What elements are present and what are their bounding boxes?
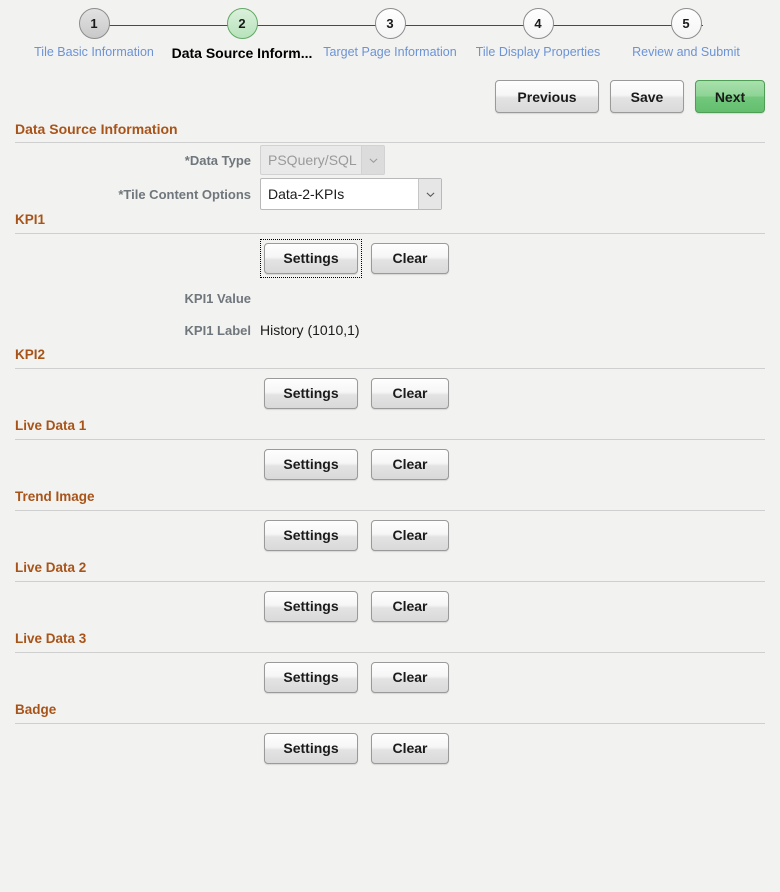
- data-type-select[interactable]: PSQuery/SQL: [260, 145, 385, 175]
- wizard-step-circle-1[interactable]: 1: [79, 8, 110, 39]
- tile-content-options-select[interactable]: Data-2-KPIs: [260, 178, 442, 210]
- wizard-step-label-5[interactable]: Review and Submit: [632, 45, 740, 59]
- clear-button-wrapper: Clear: [367, 587, 453, 626]
- settings-button-wrapper: Settings: [260, 374, 362, 413]
- previous-button[interactable]: Previous: [495, 80, 599, 113]
- section-button-row: Settings Clear: [15, 582, 765, 630]
- data-type-label: *Data Type: [15, 153, 260, 168]
- wizard-step-5[interactable]: 5 Review and Submit: [612, 8, 760, 59]
- info-row: KPI1 LabelHistory (1010,1): [15, 314, 765, 346]
- section-block: KPI2 Settings Clear: [15, 346, 765, 417]
- clear-button[interactable]: Clear: [371, 591, 449, 622]
- info-row-label: KPI1 Label: [15, 323, 260, 338]
- info-row-label: KPI1 Value: [15, 291, 260, 306]
- section-heading: KPI1: [15, 211, 765, 233]
- clear-button-wrapper: Clear: [367, 729, 453, 768]
- save-button[interactable]: Save: [610, 80, 684, 113]
- wizard-step-3[interactable]: 3 Target Page Information: [316, 8, 464, 59]
- clear-button-wrapper: Clear: [367, 445, 453, 484]
- wizard-step-circle-3[interactable]: 3: [375, 8, 406, 39]
- chevron-down-icon: [361, 146, 384, 174]
- section-button-row: Settings Clear: [15, 234, 765, 282]
- clear-button[interactable]: Clear: [371, 449, 449, 480]
- data-type-row: *Data Type PSQuery/SQL: [15, 143, 765, 177]
- clear-button[interactable]: Clear: [371, 733, 449, 764]
- section-block: Live Data 2 Settings Clear: [15, 559, 765, 630]
- tile-content-options-row: *Tile Content Options Data-2-KPIs: [15, 177, 765, 211]
- wizard-steps: 1 Tile Basic Information 2 Data Source Info…: [0, 0, 780, 61]
- section-button-row: Settings Clear: [15, 369, 765, 417]
- clear-button-wrapper: Clear: [367, 516, 453, 555]
- clear-button[interactable]: Clear: [371, 520, 449, 551]
- section-heading: Live Data 1: [15, 417, 765, 439]
- settings-button[interactable]: Settings: [264, 520, 358, 551]
- section-block: KPI1 Settings Clear KPI1 Value KPI1 LabelHis…: [15, 211, 765, 346]
- clear-button-wrapper: Clear: [367, 658, 453, 697]
- section-heading: KPI2: [15, 346, 765, 368]
- section-block: Live Data 3 Settings Clear: [15, 630, 765, 701]
- settings-button[interactable]: Settings: [264, 591, 358, 622]
- action-button-bar: Previous Save Next: [495, 80, 765, 113]
- section-button-row: Settings Clear: [15, 653, 765, 701]
- info-row: KPI1 Value: [15, 282, 765, 314]
- wizard-step-label-3[interactable]: Target Page Information: [323, 45, 456, 59]
- wizard-step-circle-5[interactable]: 5: [671, 8, 702, 39]
- next-button[interactable]: Next: [695, 80, 765, 113]
- section-block: Trend Image Settings Clear: [15, 488, 765, 559]
- settings-button[interactable]: Settings: [264, 378, 358, 409]
- tile-content-options-value: Data-2-KPIs: [268, 186, 418, 202]
- section-heading: Live Data 3: [15, 630, 765, 652]
- clear-button-wrapper: Clear: [367, 374, 453, 413]
- section-block: Badge Settings Clear: [15, 701, 765, 772]
- wizard-step-bar: 1 Tile Basic Information 2 Data Source Info…: [0, 0, 780, 64]
- data-type-select-value: PSQuery/SQL: [268, 152, 361, 168]
- page-title: Data Source Information: [15, 120, 765, 142]
- section-heading: Live Data 2: [15, 559, 765, 581]
- settings-button-wrapper: Settings: [260, 729, 362, 768]
- section-block: Live Data 1 Settings Clear: [15, 417, 765, 488]
- settings-button-wrapper: Settings: [260, 658, 362, 697]
- settings-button-wrapper: Settings: [260, 239, 362, 278]
- settings-button-wrapper: Settings: [260, 445, 362, 484]
- wizard-step-1[interactable]: 1 Tile Basic Information: [20, 8, 168, 59]
- wizard-step-4[interactable]: 4 Tile Display Properties: [464, 8, 612, 59]
- info-row-value: History (1010,1): [260, 322, 360, 338]
- section-button-row: Settings Clear: [15, 724, 765, 772]
- section-button-row: Settings Clear: [15, 440, 765, 488]
- settings-button-wrapper: Settings: [260, 587, 362, 626]
- tile-content-options-label: *Tile Content Options: [15, 187, 260, 202]
- clear-button[interactable]: Clear: [371, 378, 449, 409]
- section-button-row: Settings Clear: [15, 511, 765, 559]
- section-heading: Trend Image: [15, 488, 765, 510]
- clear-button[interactable]: Clear: [371, 662, 449, 693]
- settings-button[interactable]: Settings: [264, 243, 358, 274]
- settings-button[interactable]: Settings: [264, 662, 358, 693]
- sections-list: KPI1 Settings Clear KPI1 Value KPI1 LabelHis…: [15, 211, 765, 772]
- settings-button[interactable]: Settings: [264, 733, 358, 764]
- chevron-down-icon: [418, 179, 441, 209]
- clear-button-wrapper: Clear: [367, 239, 453, 278]
- settings-button-wrapper: Settings: [260, 516, 362, 555]
- wizard-step-label-4[interactable]: Tile Display Properties: [476, 45, 601, 59]
- wizard-step-label-2: Data Source Inform...: [172, 45, 313, 61]
- main-content: Data Source Information *Data Type PSQue…: [0, 120, 780, 772]
- wizard-step-2[interactable]: 2 Data Source Inform...: [168, 8, 316, 61]
- wizard-step-circle-4[interactable]: 4: [523, 8, 554, 39]
- clear-button[interactable]: Clear: [371, 243, 449, 274]
- section-heading: Badge: [15, 701, 765, 723]
- settings-button[interactable]: Settings: [264, 449, 358, 480]
- page-root: 1 Tile Basic Information 2 Data Source Info…: [0, 0, 780, 892]
- wizard-step-circle-2[interactable]: 2: [227, 8, 258, 39]
- wizard-step-label-1[interactable]: Tile Basic Information: [34, 45, 154, 59]
